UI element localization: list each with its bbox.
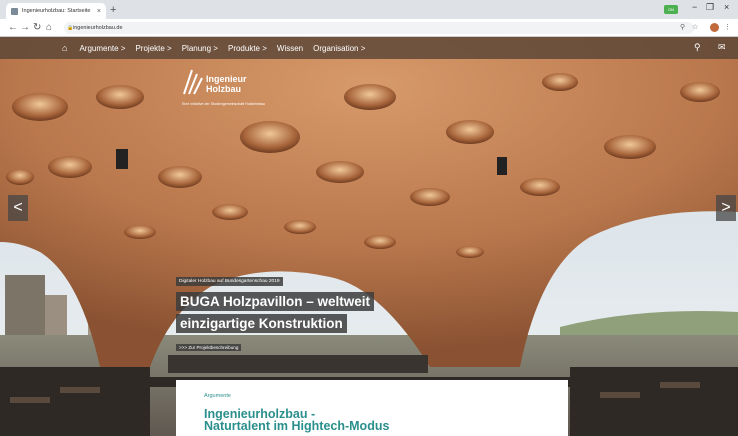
reload-icon[interactable]: ↻ (33, 21, 41, 35)
site-favicon-icon (11, 7, 18, 15)
home-icon[interactable]: ⌂ (46, 21, 52, 35)
nav-item-projekte[interactable]: Projekte > (135, 44, 171, 53)
profile-avatar[interactable] (710, 23, 719, 32)
logo-tagline: Eine Initiative der Studiengemeinschaft … (182, 102, 265, 106)
lock-icon: 🔒 (67, 25, 74, 31)
nav-item-wissen[interactable]: Wissen (277, 44, 303, 53)
browser-toolbar: ← → ↻ ⌂ 🔒 ingenieurholzbau.de ⚲ ☆ ⋮ (0, 19, 738, 37)
address-bar[interactable]: 🔒 ingenieurholzbau.de (64, 22, 694, 34)
project-description-link[interactable]: >>> Zur Projektbeschreibung (176, 344, 242, 351)
hero-slider: ⌂ Argumente > Projekte > Planung > Produ… (0, 37, 738, 436)
slider-prev-button[interactable]: < (8, 195, 28, 221)
slide-headline-line: BUGA Holzpavillon – weltweit (176, 292, 375, 311)
teaser-title: Ingenieurholzbau - Naturtalent im Highte… (204, 407, 390, 433)
slide-kicker: Digitaler Holzbau auf Bundesgartenschau … (176, 277, 283, 286)
minimize-button[interactable]: − (692, 2, 697, 12)
teaser-card[interactable]: Argumente Ingenieurholzbau - Naturtalent… (176, 380, 568, 436)
maximize-button[interactable]: ❐ (706, 2, 714, 13)
nav-item-organisation[interactable]: Organisation > (313, 44, 365, 53)
bookmark-star-icon[interactable]: ☆ (692, 22, 698, 34)
search-icon[interactable]: ⚲ (694, 42, 701, 53)
teaser-kicker: Argumente (204, 393, 231, 399)
web-page: ⌂ Argumente > Projekte > Planung > Produ… (0, 37, 738, 436)
tab-title: Ingenieurholzbau: Startseite (22, 8, 91, 14)
slide-headline-line: einzigartige Konstruktion (176, 314, 347, 333)
hero-image (0, 37, 738, 436)
nav-item-produkte[interactable]: Produkte > (228, 44, 267, 53)
zoom-icon[interactable]: ⚲ (680, 22, 685, 34)
extension-badge[interactable]: ON (664, 5, 678, 14)
browser-tab[interactable]: Ingenieurholzbau: Startseite × (6, 3, 106, 19)
logo-mark-icon (183, 69, 203, 95)
new-tab-button[interactable]: + (110, 3, 116, 17)
slide-headline: BUGA Holzpavillon – weltweit einzigartig… (176, 292, 406, 336)
slider-next-button[interactable]: > (716, 195, 736, 221)
back-arrow-icon[interactable]: ← (8, 21, 18, 35)
url-text: ingenieurholzbau.de (73, 25, 123, 31)
tab-close-icon[interactable]: × (97, 8, 101, 15)
logo-name: Ingenieur Holzbau (206, 74, 247, 94)
browser-tab-bar: Ingenieurholzbau: Startseite × + ON − ❐ … (0, 0, 738, 19)
mail-icon[interactable]: ✉ (718, 42, 726, 53)
nav-item-planung[interactable]: Planung > (182, 44, 218, 53)
home-icon[interactable]: ⌂ (62, 43, 67, 53)
nav-item-argumente[interactable]: Argumente > (79, 44, 125, 53)
slide-caption: Digitaler Holzbau auf Bundesgartenschau … (176, 269, 406, 354)
browser-menu-icon[interactable]: ⋮ (724, 22, 731, 34)
forward-arrow-icon[interactable]: → (20, 21, 30, 35)
close-window-button[interactable]: × (724, 2, 729, 12)
site-navigation: ⌂ Argumente > Projekte > Planung > Produ… (0, 37, 738, 59)
